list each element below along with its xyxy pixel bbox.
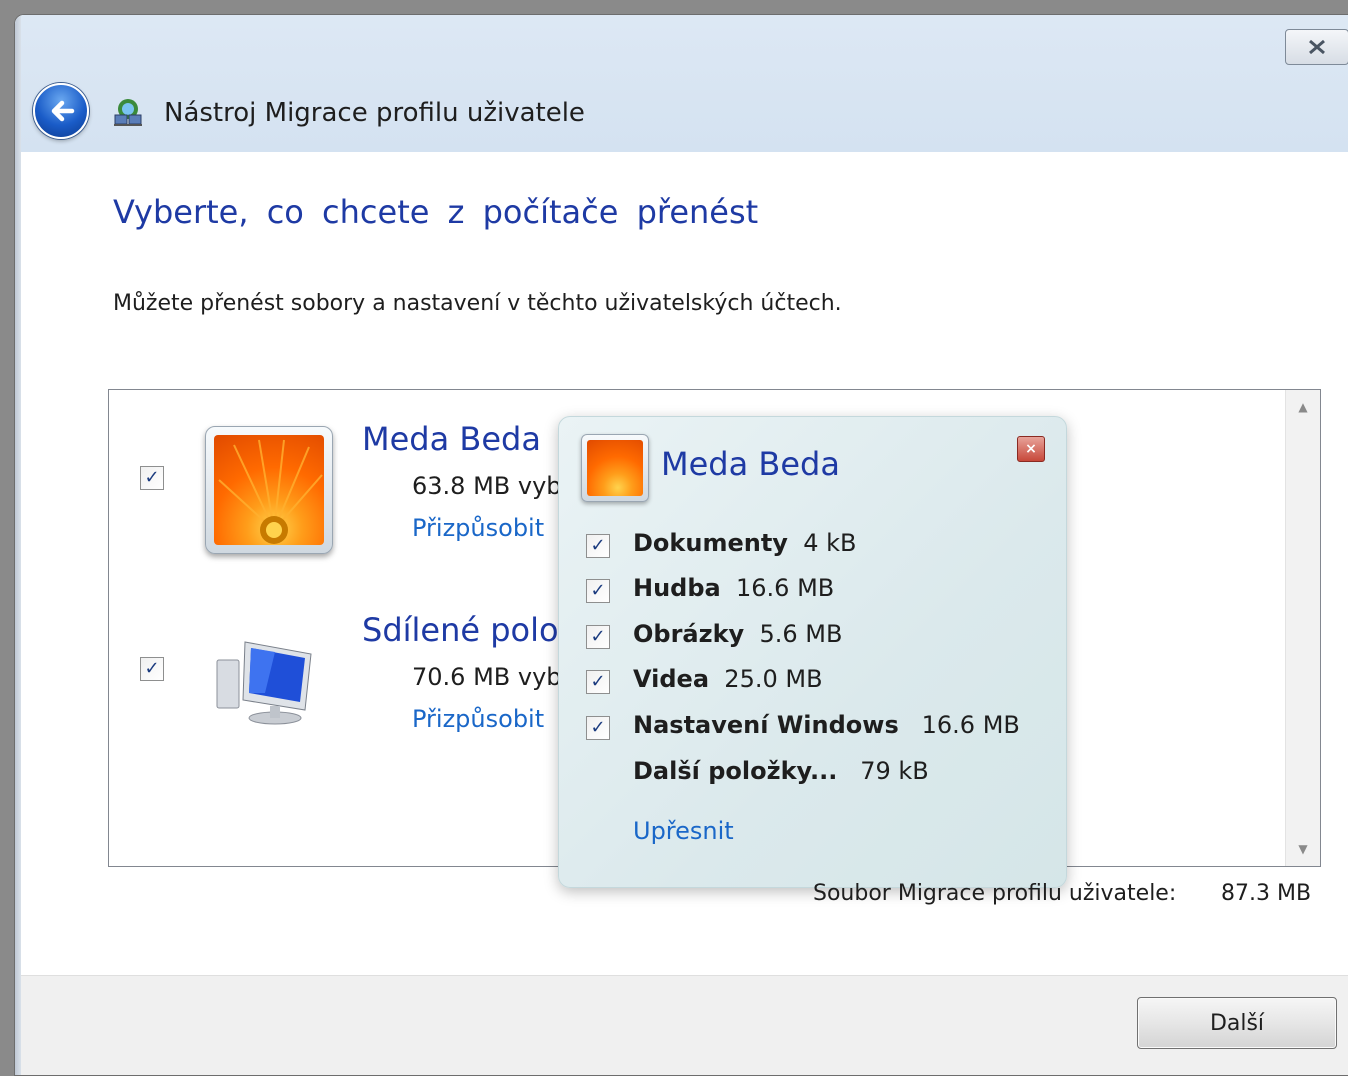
customize-link[interactable]: Přizpůsobit xyxy=(412,705,544,733)
popup-item: Hudba 16.6 MB xyxy=(633,574,835,602)
popup-item: Obrázky 5.6 MB xyxy=(633,620,843,648)
popup-close-button[interactable]: × xyxy=(1017,436,1045,462)
flower-user-icon xyxy=(205,426,333,554)
popup-title: Meda Beda xyxy=(661,445,840,483)
popup-item: Videa 25.0 MB xyxy=(633,665,823,693)
item-checkbox-pictures[interactable]: ✓ xyxy=(586,625,610,649)
scroll-up-arrow-icon[interactable]: ▲ xyxy=(1286,390,1320,424)
account-checkbox-meda-beda[interactable]: ✓ xyxy=(140,466,164,490)
account-name: Sdílené polož xyxy=(362,611,576,649)
popup-item: Nastavení Windows 16.6 MB xyxy=(633,711,1020,739)
advanced-link[interactable]: Upřesnit xyxy=(633,817,734,845)
scroll-down-arrow-icon[interactable]: ▼ xyxy=(1286,832,1320,866)
popup-item: Dokumenty 4 kB xyxy=(633,529,857,557)
account-checkbox-shared[interactable]: ✓ xyxy=(140,657,164,681)
close-icon: × xyxy=(1025,441,1037,457)
account-size: 63.8 MB vyb xyxy=(412,472,562,500)
page-subtext: Můžete přenést sobory a nastavení v těch… xyxy=(113,291,842,316)
item-checkbox-windows-settings[interactable]: ✓ xyxy=(586,716,610,740)
item-checkbox-documents[interactable]: ✓ xyxy=(586,534,610,558)
back-arrow-icon xyxy=(51,100,75,122)
account-details-popup: Meda Beda × ✓ Dokumenty 4 kB ✓ Hudba 16.… xyxy=(558,416,1067,888)
migration-file-label: Soubor Migrace profilu uživatele: xyxy=(813,881,1177,906)
item-checkbox-music[interactable]: ✓ xyxy=(586,579,610,603)
window-title: Nástroj Migrace profilu uživatele xyxy=(164,98,585,128)
back-button[interactable] xyxy=(33,83,89,139)
migration-file-size: 87.3 MB xyxy=(1221,881,1312,906)
window-header: Nástroj Migrace profilu uživatele xyxy=(15,15,1348,152)
close-button[interactable] xyxy=(1285,29,1348,65)
migration-window: Nástroj Migrace profilu uživatele Vybert… xyxy=(14,14,1348,1076)
item-checkbox-videos[interactable]: ✓ xyxy=(586,670,610,694)
flower-user-icon xyxy=(581,434,649,502)
close-icon xyxy=(1309,39,1325,55)
computer-icon xyxy=(216,641,312,725)
account-name: Meda Beda xyxy=(362,420,541,458)
next-button[interactable]: Další xyxy=(1137,997,1337,1049)
popup-item-other[interactable]: Další položky... 79 kB xyxy=(633,757,929,785)
page-heading: Vyberte, co chcete z počítače přenést xyxy=(113,193,759,231)
customize-link[interactable]: Přizpůsobit xyxy=(412,514,544,542)
account-size: 70.6 MB vyb xyxy=(412,663,562,691)
migration-tool-icon xyxy=(114,99,142,126)
vertical-scrollbar[interactable]: ▲ ▼ xyxy=(1285,390,1320,866)
